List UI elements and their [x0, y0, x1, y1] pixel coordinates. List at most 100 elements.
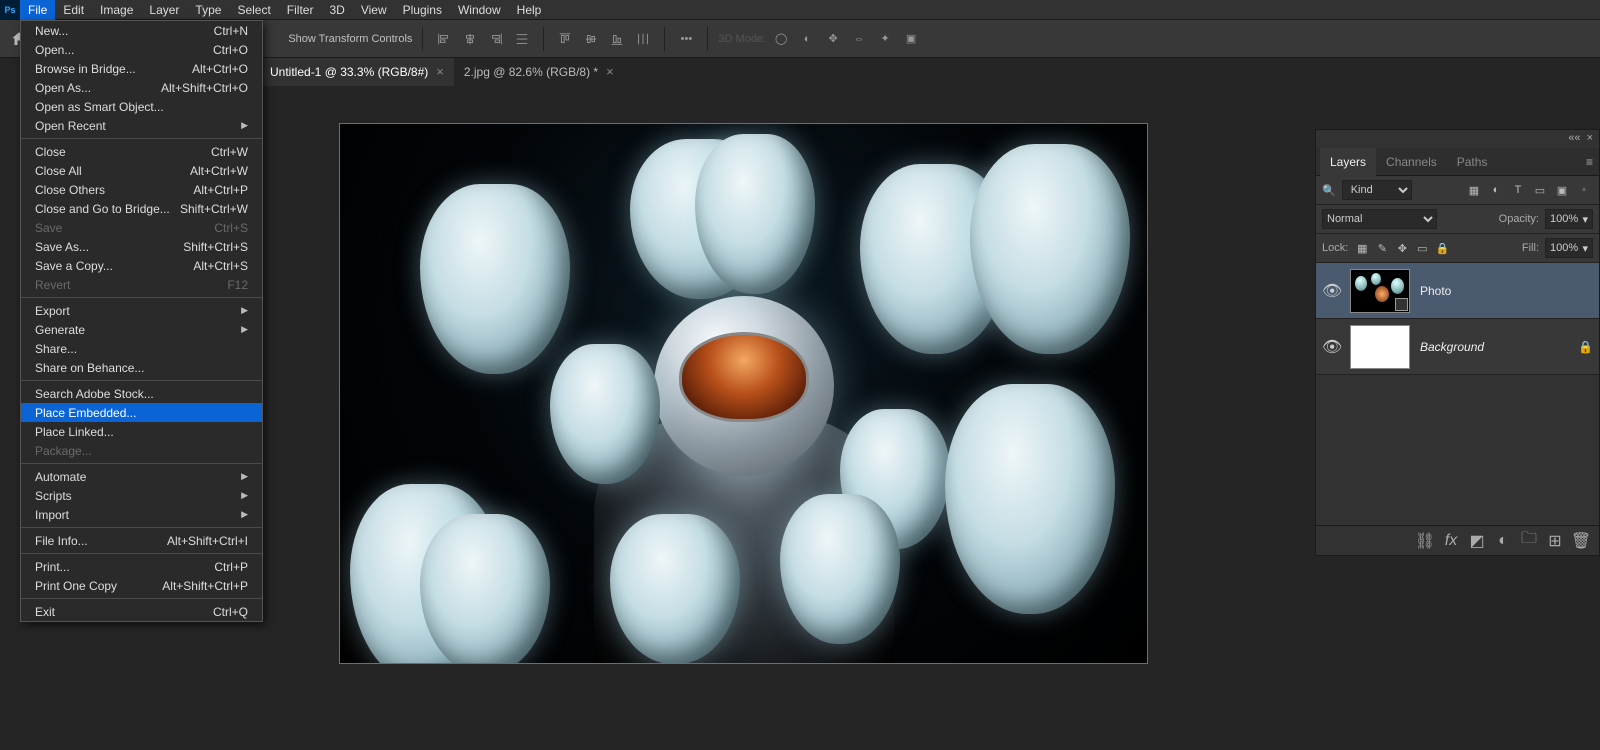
layers-tab[interactable]: Layers [1320, 148, 1376, 176]
menu-type[interactable]: Type [187, 0, 229, 20]
layer-group-icon[interactable]: 🗀 [1521, 533, 1537, 549]
file-menu-print[interactable]: Print...Ctrl+P [21, 557, 262, 576]
3d-roll-icon[interactable]: ◐ [796, 28, 818, 50]
file-menu-share[interactable]: Share... [21, 339, 262, 358]
file-menu-scripts[interactable]: Scripts▶ [21, 486, 262, 505]
layer-photo[interactable]: 👁 Photo [1316, 263, 1599, 319]
lock-position-icon[interactable]: ✥ [1394, 240, 1410, 256]
file-menu-place-linked[interactable]: Place Linked... [21, 422, 262, 441]
lock-artboard-icon[interactable]: ▭ [1414, 240, 1430, 256]
layer-mask-icon[interactable]: ◩ [1469, 533, 1485, 549]
3d-slide-icon[interactable]: ⇔ [848, 28, 870, 50]
3d-camera-icon[interactable]: ▣ [900, 28, 922, 50]
more-options-icon[interactable]: ••• [675, 28, 697, 50]
filter-type-icon[interactable]: T [1509, 181, 1527, 199]
blend-mode-select[interactable]: Normal [1322, 209, 1437, 229]
align-top-icon[interactable] [554, 28, 576, 50]
align-middle-icon[interactable] [580, 28, 602, 50]
lock-icon[interactable]: 🔒 [1578, 340, 1593, 354]
menu-select[interactable]: Select [229, 0, 278, 20]
visibility-icon[interactable]: 👁 [1322, 281, 1340, 301]
3d-scale-icon[interactable]: ✦ [874, 28, 896, 50]
link-layers-icon[interactable]: ⛓ [1417, 533, 1433, 549]
distribute-v-icon[interactable] [632, 28, 654, 50]
fill-value[interactable]: 100%▾ [1545, 238, 1593, 258]
file-menu-close[interactable]: CloseCtrl+W [21, 142, 262, 161]
align-center-h-icon[interactable] [459, 28, 481, 50]
document-tab-2[interactable]: 2.jpg @ 82.6% (RGB/8) * × [454, 58, 624, 86]
file-menu-close-all[interactable]: Close AllAlt+Ctrl+W [21, 161, 262, 180]
lock-paint-icon[interactable]: ✎ [1374, 240, 1390, 256]
menu-file[interactable]: File [20, 0, 55, 20]
menu-image[interactable]: Image [92, 0, 141, 20]
file-menu-print-one-copy[interactable]: Print One CopyAlt+Shift+Ctrl+P [21, 576, 262, 595]
file-menu-open[interactable]: Open...Ctrl+O [21, 40, 262, 59]
file-menu-automate[interactable]: Automate▶ [21, 467, 262, 486]
channels-tab[interactable]: Channels [1376, 148, 1447, 176]
layer-thumbnail[interactable] [1350, 325, 1410, 369]
distribute-icon[interactable] [511, 28, 533, 50]
file-menu-save-a-copy[interactable]: Save a Copy...Alt+Ctrl+S [21, 256, 262, 275]
file-menu-open-as-smart-object[interactable]: Open as Smart Object... [21, 97, 262, 116]
show-transform-controls-label[interactable]: Show Transform Controls [288, 33, 412, 45]
layer-name[interactable]: Photo [1420, 284, 1451, 298]
file-menu-browse-in-bridge[interactable]: Browse in Bridge...Alt+Ctrl+O [21, 59, 262, 78]
panel-menu-icon[interactable]: ≡ [1586, 155, 1593, 169]
menu-3d[interactable]: 3D [321, 0, 352, 20]
file-menu-exit[interactable]: ExitCtrl+Q [21, 602, 262, 621]
document-canvas[interactable] [339, 123, 1148, 664]
paths-tab[interactable]: Paths [1447, 148, 1498, 176]
lock-all-icon[interactable]: 🔒 [1434, 240, 1450, 256]
menu-window[interactable]: Window [450, 0, 509, 20]
file-menu-close-and-go-to-bridge[interactable]: Close and Go to Bridge...Shift+Ctrl+W [21, 199, 262, 218]
blend-row: Normal Opacity: 100%▾ [1316, 205, 1599, 234]
file-menu-revert: RevertF12 [21, 275, 262, 294]
opacity-value[interactable]: 100%▾ [1545, 209, 1593, 229]
file-menu-open-as[interactable]: Open As...Alt+Shift+Ctrl+O [21, 78, 262, 97]
close-panel-icon[interactable]: × [1587, 132, 1593, 146]
align-bottom-icon[interactable] [606, 28, 628, 50]
file-menu-dropdown: New...Ctrl+NOpen...Ctrl+OBrowse in Bridg… [20, 20, 263, 622]
layer-filter-kind[interactable]: Kind [1342, 180, 1412, 200]
panel-collapse-bar: «« × [1316, 130, 1599, 148]
file-menu-import[interactable]: Import▶ [21, 505, 262, 524]
filter-shape-icon[interactable]: ▭ [1531, 181, 1549, 199]
3d-orbit-icon[interactable]: ◯ [770, 28, 792, 50]
close-tab-icon[interactable]: × [436, 58, 444, 86]
layer-name[interactable]: Background [1420, 340, 1484, 354]
layer-thumbnail[interactable] [1350, 269, 1410, 313]
close-tab-icon[interactable]: × [606, 58, 614, 86]
align-left-icon[interactable] [433, 28, 455, 50]
file-menu-new[interactable]: New...Ctrl+N [21, 21, 262, 40]
new-layer-icon[interactable]: ⊞ [1547, 533, 1563, 549]
menu-help[interactable]: Help [509, 0, 550, 20]
filter-smart-icon[interactable]: ▣ [1553, 181, 1571, 199]
3d-pan-icon[interactable]: ✥ [822, 28, 844, 50]
file-menu-close-others[interactable]: Close OthersAlt+Ctrl+P [21, 180, 262, 199]
delete-layer-icon[interactable]: 🗑 [1573, 533, 1589, 549]
document-tab-1[interactable]: Untitled-1 @ 33.3% (RGB/8#) × [260, 58, 454, 86]
file-menu-share-on-behance[interactable]: Share on Behance... [21, 358, 262, 377]
filter-pixel-icon[interactable]: ▦ [1465, 181, 1483, 199]
menu-layer[interactable]: Layer [141, 0, 187, 20]
align-right-icon[interactable] [485, 28, 507, 50]
lock-transparency-icon[interactable]: ▦ [1354, 240, 1370, 256]
file-menu-generate[interactable]: Generate▶ [21, 320, 262, 339]
menu-edit[interactable]: Edit [55, 0, 92, 20]
file-menu-save-as[interactable]: Save As...Shift+Ctrl+S [21, 237, 262, 256]
menu-view[interactable]: View [353, 0, 395, 20]
filter-toggle-icon[interactable]: ◦ [1575, 181, 1593, 199]
collapse-panels-icon[interactable]: «« [1568, 132, 1580, 146]
layer-fx-icon[interactable]: fx [1443, 533, 1459, 549]
file-menu-place-embedded[interactable]: Place Embedded... [21, 403, 262, 422]
menu-plugins[interactable]: Plugins [395, 0, 450, 20]
filter-adjust-icon[interactable]: ◐ [1487, 181, 1505, 199]
file-menu-export[interactable]: Export▶ [21, 301, 262, 320]
menu-filter[interactable]: Filter [279, 0, 322, 20]
layer-background[interactable]: 👁 Background 🔒 [1316, 319, 1599, 375]
file-menu-open-recent[interactable]: Open Recent▶ [21, 116, 262, 135]
file-menu-file-info[interactable]: File Info...Alt+Shift+Ctrl+I [21, 531, 262, 550]
file-menu-search-adobe-stock[interactable]: Search Adobe Stock... [21, 384, 262, 403]
adjustment-layer-icon[interactable]: ◐ [1495, 533, 1511, 549]
visibility-icon[interactable]: 👁 [1322, 337, 1340, 357]
